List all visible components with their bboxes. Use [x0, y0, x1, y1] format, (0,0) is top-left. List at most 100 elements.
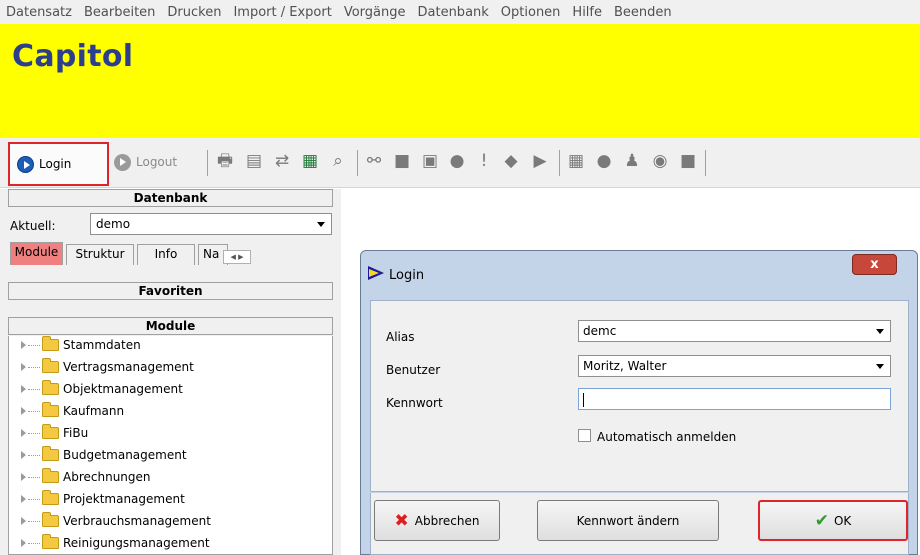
chevron-down-icon [317, 222, 325, 227]
folder-icon [42, 534, 59, 549]
expand-icon[interactable] [21, 363, 26, 371]
left-tabs: Module Struktur Info Na ◀ ▶ [10, 240, 333, 266]
dialog-body: Alias demc Benutzer Moritz, Walter Kennw… [370, 300, 909, 492]
tree-item-abrechnungen[interactable]: Abrechnungen [21, 468, 151, 486]
square-icon[interactable]: ■ [678, 151, 698, 171]
expand-icon[interactable] [21, 429, 26, 437]
tree-item-stammdaten[interactable]: Stammdaten [21, 336, 141, 354]
database-select-value: demo [96, 217, 131, 231]
circle-icon[interactable]: ● [447, 151, 467, 171]
close-icon: ✖ [394, 510, 409, 531]
tree-item-fibu[interactable]: FiBu [21, 424, 88, 442]
cancel-button-label: Abbrechen [414, 513, 480, 528]
expand-icon[interactable] [21, 341, 26, 349]
tree-item-label: Objektmanagement [63, 382, 183, 396]
tree-item-verbrauchsmanagement[interactable]: Verbrauchsmanagement [21, 512, 211, 530]
document-icon[interactable]: ▣ [420, 151, 440, 171]
print-preview-icon[interactable]: ▤ [244, 151, 264, 171]
text-caret [583, 392, 584, 407]
tab-struktur[interactable]: Struktur [66, 244, 134, 265]
tree-item-label: Vertragsmanagement [63, 360, 194, 374]
folder-icon [42, 402, 59, 417]
tab-info[interactable]: Info [137, 244, 195, 265]
toolbar: Login Logout 🖶 ▤ ⇄ ▦ ⌕ ⚯ ■ ▣ ● ! ◆ ▶ ▦ ●… [0, 138, 920, 188]
tag-icon[interactable]: ◆ [501, 151, 521, 171]
tree-item-budgetmanagement[interactable]: Budgetmanagement [21, 446, 187, 464]
cancel-button[interactable]: ✖ Abbrechen [374, 500, 500, 541]
datenbank-header: Datenbank [8, 189, 333, 207]
expand-icon[interactable] [21, 517, 26, 525]
magnifier-icon[interactable]: ⌕ [328, 151, 348, 171]
binoculars-icon[interactable]: ⚯ [364, 151, 384, 171]
tree-item-kaufmann[interactable]: Kaufmann [21, 402, 124, 420]
tree-item-objektmanagement[interactable]: Objektmanagement [21, 380, 183, 398]
print-icon[interactable]: 🖶 [215, 151, 235, 171]
check-icon[interactable]: ◉ [650, 151, 670, 171]
auto-login-checkbox[interactable] [578, 429, 591, 442]
tree-item-label: Abrechnungen [63, 470, 151, 484]
menu-drucken[interactable]: Drucken [167, 5, 221, 20]
menu-bar: Datensatz Bearbeiten Drucken Import / Ex… [0, 0, 920, 24]
tree-item-vertragsmanagement[interactable]: Vertragsmanagement [21, 358, 194, 376]
change-password-label: Kennwort ändern [576, 513, 680, 528]
tree-item-label: Stammdaten [63, 338, 141, 352]
database-select[interactable]: demo [90, 213, 332, 235]
alias-select-value: demc [583, 324, 617, 338]
menu-import-export[interactable]: Import / Export [233, 5, 331, 20]
tree-item-label: Projektmanagement [63, 492, 185, 506]
tree-line [28, 388, 40, 390]
menu-hilfe[interactable]: Hilfe [572, 5, 602, 20]
app-banner: Capitol [0, 24, 920, 138]
favoriten-header: Favoriten [8, 282, 333, 300]
tab-scroll-arrows[interactable]: ◀ ▶ [223, 250, 251, 264]
menu-datenbank[interactable]: Datenbank [418, 5, 489, 20]
menu-bearbeiten[interactable]: Bearbeiten [84, 5, 155, 20]
dialog-titlebar[interactable]: Login x [361, 251, 917, 301]
benutzer-select-value: Moritz, Walter [583, 359, 667, 373]
alias-select[interactable]: demc [578, 320, 891, 342]
transfer-icon[interactable]: ⇄ [272, 151, 292, 171]
ok-button-label: OK [833, 513, 852, 528]
kennwort-input[interactable] [578, 388, 891, 410]
tree-item-reinigungsmanagement[interactable]: Reinigungsmanagement [21, 534, 210, 552]
logout-button[interactable]: Logout [114, 150, 177, 174]
expand-icon[interactable] [21, 539, 26, 547]
logout-icon [114, 153, 131, 171]
login-button[interactable]: Login [8, 142, 109, 186]
toolbar-separator [357, 150, 358, 176]
close-button[interactable]: x [852, 254, 897, 275]
expand-icon[interactable] [21, 385, 26, 393]
menu-optionen[interactable]: Optionen [501, 5, 561, 20]
change-password-button[interactable]: Kennwort ändern [537, 500, 719, 541]
left-pane: Datenbank Aktuell: demo Module Struktur … [0, 189, 341, 555]
logout-button-label: Logout [136, 155, 178, 169]
ok-button[interactable]: ✔ OK [758, 500, 908, 541]
tree-item-label: Verbrauchsmanagement [63, 514, 211, 528]
expand-icon[interactable] [21, 407, 26, 415]
dialog-title: Login [389, 268, 425, 283]
benutzer-select[interactable]: Moritz, Walter [578, 355, 891, 377]
tree-line [28, 542, 40, 544]
menu-datensatz[interactable]: Datensatz [6, 5, 72, 20]
tree-item-label: Budgetmanagement [63, 448, 187, 462]
tree-item-projektmanagement[interactable]: Projektmanagement [21, 490, 185, 508]
aktuell-label: Aktuell: [10, 219, 56, 233]
chevron-down-icon [876, 364, 884, 369]
toolbar-separator [559, 150, 560, 176]
menu-vorgaenge[interactable]: Vorgänge [344, 5, 406, 20]
play-icon[interactable]: ▶ [530, 151, 550, 171]
tree-line [28, 410, 40, 412]
calculator-icon[interactable]: ▦ [566, 151, 586, 171]
menu-beenden[interactable]: Beenden [614, 5, 672, 20]
expand-icon[interactable] [21, 495, 26, 503]
expand-icon[interactable] [21, 473, 26, 481]
exclamation-icon[interactable]: ! [474, 151, 494, 171]
excel-icon[interactable]: ▦ [300, 151, 320, 171]
folder-icon [42, 446, 59, 461]
folder-icon[interactable]: ■ [392, 151, 412, 171]
tab-module[interactable]: Module [10, 242, 63, 265]
person-icon[interactable]: ♟ [622, 151, 642, 171]
circle-icon[interactable]: ● [594, 151, 614, 171]
toolbar-separator [705, 150, 706, 176]
expand-icon[interactable] [21, 451, 26, 459]
